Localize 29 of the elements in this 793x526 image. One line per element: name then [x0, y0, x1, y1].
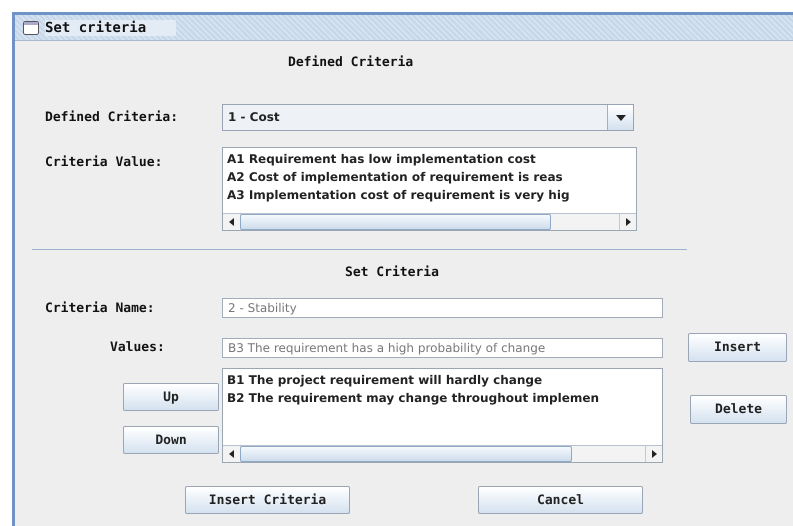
right-arrow-icon[interactable]	[651, 450, 657, 458]
criteria-name-field[interactable]: 2 - Stability	[222, 298, 663, 318]
window-icon	[23, 20, 39, 34]
horizontal-scrollbar[interactable]	[223, 213, 636, 230]
delete-button[interactable]: Delete	[690, 395, 787, 424]
left-arrow-icon[interactable]	[228, 218, 234, 226]
cancel-button[interactable]: Cancel	[478, 486, 643, 514]
list-item[interactable]: B2 The requirement may change throughout implemen	[227, 389, 658, 407]
field-label: Values:	[109, 340, 166, 355]
dropdown-arrow-icon[interactable]	[616, 114, 626, 120]
field-label: Criteria Name:	[44, 300, 156, 316]
field-label: Defined Criteria:	[44, 110, 180, 125]
criteria-dropdown[interactable]: 1 - Cost	[222, 104, 634, 131]
horizontal-scrollbar[interactable]	[223, 445, 662, 462]
insert-button[interactable]: Insert	[688, 333, 787, 362]
section-heading: Defined Criteria	[288, 54, 414, 72]
values-field[interactable]: B3 The requirement has a high probability of change	[222, 338, 663, 358]
field-label: Criteria Value:	[44, 154, 164, 170]
insert-criteria-button[interactable]: Insert Criteria	[185, 486, 350, 514]
list-item[interactable]: A1 Requirement has low implementation cost	[227, 150, 632, 168]
list-item[interactable]: B1 The project requirement will hardly change	[227, 371, 658, 389]
down-button[interactable]: Down	[123, 426, 219, 454]
right-arrow-icon[interactable]	[625, 218, 631, 226]
window-title: Set criteria	[45, 20, 176, 36]
list-item[interactable]: A2 Cost of implementation of requirement is reas	[227, 168, 632, 186]
up-button[interactable]: Up	[123, 383, 219, 411]
left-arrow-icon[interactable]	[228, 450, 234, 458]
list-item[interactable]: A3 Implementation cost of requirement is very hig	[227, 186, 632, 204]
section-heading: Set Criteria	[345, 264, 440, 282]
